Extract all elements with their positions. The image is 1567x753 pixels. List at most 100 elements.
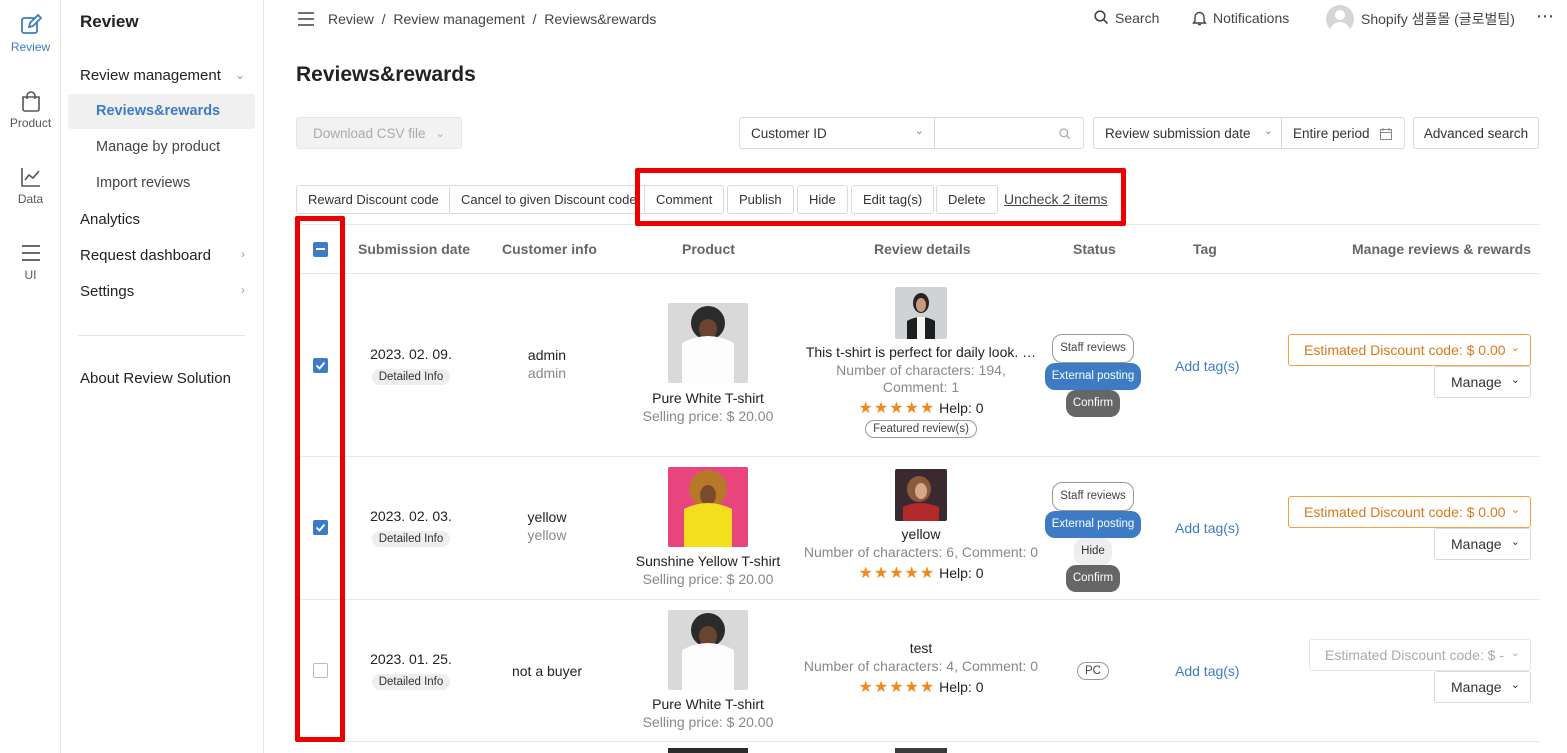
product-image[interactable] bbox=[668, 610, 748, 690]
sidebar-item-settings[interactable]: Settings › bbox=[80, 283, 245, 300]
status-cell: Staff reviews External posting Confirm bbox=[1043, 334, 1143, 417]
reward-discount-button[interactable]: Reward Discount code bbox=[296, 185, 451, 214]
rail-data[interactable]: Data bbox=[0, 166, 61, 206]
bell-icon bbox=[1192, 11, 1207, 26]
sidebar-title: Review bbox=[80, 12, 139, 31]
download-csv-button[interactable]: Download CSV file ⌄ bbox=[296, 117, 462, 149]
sidebar-item-label: Request dashboard bbox=[80, 247, 211, 264]
sidebar-item-about[interactable]: About Review Solution bbox=[80, 370, 231, 387]
review-text[interactable]: This t-shirt is perfect for daily look. … bbox=[796, 344, 1046, 360]
review-meta: Number of characters: 194, bbox=[836, 362, 1006, 378]
manage-button[interactable]: Manage ⌄ bbox=[1434, 528, 1531, 560]
detailed-info-badge[interactable]: Detailed Info bbox=[371, 531, 451, 547]
sidebar-item-request-dashboard[interactable]: Request dashboard › bbox=[80, 247, 245, 264]
rail-product[interactable]: Product bbox=[0, 90, 61, 130]
submission-date-cell: 2023. 01. 25. Detailed Info bbox=[354, 651, 468, 690]
customer-info-cell: not a buyer bbox=[492, 663, 602, 679]
table-row: 2023. 02. 09. Detailed Info admin admin … bbox=[296, 275, 1539, 457]
review-photo[interactable] bbox=[895, 469, 947, 521]
product-price: Selling price: $ 20.00 bbox=[642, 408, 774, 424]
add-tags-link[interactable]: Add tag(s) bbox=[1175, 663, 1240, 679]
discount-estimate-select[interactable]: Estimated Discount code: $ 0.00 ⌄ bbox=[1288, 334, 1531, 366]
product-image bbox=[668, 748, 748, 753]
manage-button[interactable]: Manage ⌄ bbox=[1434, 366, 1531, 398]
status-cell: Staff reviews External posting Hide Conf… bbox=[1043, 482, 1143, 592]
review-details-cell: yellow Number of characters: 6, Comment:… bbox=[796, 469, 1046, 583]
search-button[interactable]: Search bbox=[1094, 10, 1159, 26]
sidebar-item-review-management[interactable]: Review management ⌄ bbox=[80, 67, 245, 84]
header-submission-date[interactable]: Submission date bbox=[358, 241, 470, 257]
rail-ui[interactable]: UI bbox=[0, 242, 61, 282]
cancel-discount-button[interactable]: Cancel to given Discount code bbox=[449, 185, 649, 214]
customer-name[interactable]: yellow bbox=[492, 509, 602, 525]
date-type-select[interactable]: Review submission date ⌄ bbox=[1093, 117, 1282, 149]
product-cell: Sunshine Yellow T-shirt Selling price: $… bbox=[628, 467, 788, 587]
review-details-cell: test Number of characters: 4, Comment: 0… bbox=[796, 640, 1046, 697]
advanced-search-button[interactable]: Advanced search bbox=[1413, 117, 1539, 149]
manage-button[interactable]: Manage ⌄ bbox=[1434, 671, 1531, 703]
table-header: Submission date Customer info Product Re… bbox=[296, 224, 1539, 274]
detailed-info-badge[interactable]: Detailed Info bbox=[371, 674, 451, 690]
add-tags-link[interactable]: Add tag(s) bbox=[1175, 358, 1240, 374]
notifications-label: Notifications bbox=[1213, 10, 1290, 26]
manage-label: Manage bbox=[1451, 679, 1502, 695]
chevron-down-icon: ⌄ bbox=[435, 127, 445, 140]
sidebar: Review Review management ⌄ Reviews&rewar… bbox=[61, 0, 264, 753]
detailed-info-badge[interactable]: Detailed Info bbox=[371, 369, 451, 385]
product-name[interactable]: Pure White T-shirt bbox=[628, 390, 788, 406]
star-rating: ★★★★★ bbox=[858, 565, 936, 582]
review-text[interactable]: test bbox=[796, 640, 1046, 656]
discount-estimate-label: Estimated Discount code: $ - bbox=[1325, 647, 1504, 663]
chevron-right-icon: › bbox=[241, 283, 245, 297]
bag-icon bbox=[21, 91, 40, 112]
sidebar-item-analytics[interactable]: Analytics bbox=[80, 211, 140, 228]
sidebar-item-manage-by-product[interactable]: Manage by product bbox=[96, 139, 220, 155]
calendar-icon bbox=[1380, 128, 1392, 140]
chevron-down-icon: ⌄ bbox=[234, 68, 245, 82]
status-badge: Confirm bbox=[1065, 565, 1121, 592]
menu-icon bbox=[21, 245, 40, 261]
search-icon bbox=[1094, 10, 1109, 25]
table-row: 2023. 02. 03. Detailed Info yellow yello… bbox=[296, 457, 1539, 600]
review-text[interactable]: yellow bbox=[796, 526, 1046, 542]
product-name[interactable]: Pure White T-shirt bbox=[628, 696, 788, 712]
product-name[interactable]: Sunshine Yellow T-shirt bbox=[628, 553, 788, 569]
header-customer-info: Customer info bbox=[502, 241, 597, 257]
search-label: Search bbox=[1115, 10, 1160, 26]
review-photo[interactable] bbox=[895, 287, 947, 339]
chevron-down-icon: ⌄ bbox=[914, 125, 924, 137]
review-meta: Comment: 1 bbox=[882, 379, 960, 395]
status-badge: PC bbox=[1077, 662, 1109, 680]
chevron-down-icon: ⌄ bbox=[1510, 342, 1520, 354]
customer-id: admin bbox=[527, 365, 567, 381]
review-details-cell: This t-shirt is perfect for daily look. … bbox=[796, 287, 1046, 438]
sidebar-item-import-reviews[interactable]: Import reviews bbox=[96, 175, 190, 191]
chevron-down-icon: ⌄ bbox=[1510, 374, 1520, 386]
more-icon[interactable]: ⋯ bbox=[1536, 6, 1555, 27]
download-csv-label: Download CSV file bbox=[313, 125, 426, 141]
customer-name[interactable]: admin bbox=[492, 347, 602, 363]
help-count: Help: 0 bbox=[939, 679, 984, 695]
chevron-down-icon: ⌄ bbox=[1510, 504, 1520, 516]
breadcrumb[interactable]: Review / Review management / Reviews&rew… bbox=[328, 11, 656, 27]
period-picker[interactable]: Entire period bbox=[1281, 117, 1405, 149]
sidebar-item-reviews-rewards[interactable]: Reviews&rewards bbox=[96, 103, 220, 119]
customer-select[interactable]: Customer ID ⌄ bbox=[739, 117, 935, 149]
chart-icon bbox=[20, 168, 40, 187]
add-tags-link[interactable]: Add tag(s) bbox=[1175, 520, 1240, 536]
star-rating: ★★★★★ bbox=[858, 400, 936, 417]
rail-review[interactable]: Review bbox=[0, 14, 61, 54]
user-menu[interactable]: Shopify 샘플몰 (글로벌팀) bbox=[1326, 5, 1515, 33]
notifications-button[interactable]: Notifications bbox=[1192, 10, 1289, 26]
product-image[interactable] bbox=[668, 467, 748, 547]
product-image[interactable] bbox=[668, 303, 748, 383]
hamburger-icon[interactable] bbox=[298, 12, 314, 26]
discount-estimate-select[interactable]: Estimated Discount code: $ - ⌄ bbox=[1309, 639, 1531, 671]
highlight-box-checkboxes bbox=[295, 216, 345, 742]
search-icon bbox=[1059, 128, 1071, 140]
chevron-right-icon: › bbox=[241, 247, 245, 261]
product-price: Selling price: $ 20.00 bbox=[642, 714, 774, 730]
discount-estimate-select[interactable]: Estimated Discount code: $ 0.00 ⌄ bbox=[1288, 496, 1531, 528]
edit-icon bbox=[20, 14, 42, 34]
search-input[interactable] bbox=[934, 117, 1084, 149]
